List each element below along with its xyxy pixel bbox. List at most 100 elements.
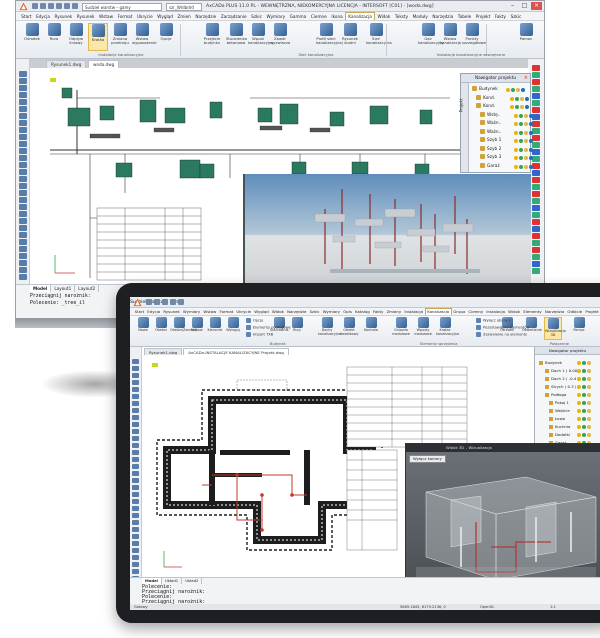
menu-item[interactable]: Teksty xyxy=(393,12,411,20)
ribbon-button[interactable]: Ośrodek xyxy=(22,23,42,51)
tool-icon[interactable] xyxy=(19,141,27,147)
tool-icon[interactable] xyxy=(19,99,27,105)
tree-item[interactable]: Pokoj 1 xyxy=(549,399,591,406)
ribbon-button[interactable]: Gaz kanalizacyjny xyxy=(418,23,444,51)
status-dot-icon[interactable] xyxy=(577,377,581,381)
status-dot-icon[interactable] xyxy=(524,139,528,143)
menu-item[interactable]: Rysunek xyxy=(52,12,74,20)
menu-item[interactable]: Format xyxy=(115,12,134,20)
tree-item[interactable]: Szyb 3 xyxy=(480,154,533,162)
status-dot-icon[interactable] xyxy=(524,122,528,126)
tool-icon[interactable] xyxy=(532,198,540,204)
tool-icon[interactable] xyxy=(19,190,27,196)
tool-icon[interactable] xyxy=(19,120,27,126)
tool-icon[interactable] xyxy=(532,226,540,232)
ribbon-button[interactable]: Punkty szczegółowe xyxy=(462,23,486,51)
tree-item[interactable]: Wstę.. xyxy=(480,111,533,120)
tool-icon[interactable] xyxy=(132,373,139,378)
status-dot-icon[interactable] xyxy=(520,96,524,101)
ribbon-button[interactable]: Kratka xyxy=(88,23,108,51)
status-dot-icon[interactable] xyxy=(520,105,524,109)
tool-icon[interactable] xyxy=(532,247,540,253)
tree-item[interactable]: Podłoga xyxy=(545,391,591,398)
status-dot-icon[interactable] xyxy=(524,147,528,152)
status-dot-icon[interactable] xyxy=(577,385,581,389)
menu-item[interactable]: Format xyxy=(218,308,235,315)
tool-icon[interactable] xyxy=(132,366,139,371)
status-dot-icon[interactable] xyxy=(514,156,518,160)
front-3d-view[interactable]: Widok 3D – Wizualizacja Wyłącz kamery xyxy=(405,443,600,587)
status-dot-icon[interactable] xyxy=(577,401,581,405)
status-dot-icon[interactable] xyxy=(524,164,528,169)
tool-icon[interactable] xyxy=(19,239,27,245)
status-dot-icon[interactable] xyxy=(519,147,523,152)
status-dot-icon[interactable] xyxy=(525,96,529,101)
menu-item[interactable]: Wygląd xyxy=(253,308,271,315)
status-dot-icon[interactable] xyxy=(587,377,591,381)
tool-icon[interactable] xyxy=(132,359,139,364)
status-dot-icon[interactable] xyxy=(582,369,586,373)
tool-icon[interactable] xyxy=(132,569,139,574)
status-dot-icon[interactable] xyxy=(514,139,518,143)
tool-icon[interactable] xyxy=(19,176,27,182)
menu-item[interactable]: Rysunek xyxy=(162,308,182,315)
status-dot-icon[interactable] xyxy=(582,361,586,365)
tool-icon[interactable] xyxy=(532,184,540,190)
ribbon-button[interactable]: Obiekt dodatkowy xyxy=(340,317,358,340)
doc-tab-active[interactable]: AxCADa-INSTALACJE KANALIZACYJNE Projekt.… xyxy=(183,348,289,355)
ribbon-button[interactable]: Zawór wyzwlacza xyxy=(270,23,290,51)
ribbon-button[interactable]: Dachy kanalizacyjne xyxy=(318,317,341,340)
status-dot-icon[interactable] xyxy=(529,164,533,169)
ribbon-button[interactable]: Profil sieci kanalizacyjnej xyxy=(316,23,343,51)
tool-icon[interactable] xyxy=(132,541,139,546)
status-dot-icon[interactable] xyxy=(511,88,515,92)
menu-item[interactable]: Projekt xyxy=(473,12,492,20)
tool-icon[interactable] xyxy=(132,464,139,469)
ribbon-button[interactable]: Opcje xyxy=(156,23,176,51)
tool-icon[interactable] xyxy=(132,443,139,448)
ribbon-button[interactable]: Otwórz/Zamknij xyxy=(170,317,197,340)
tool-icon[interactable] xyxy=(532,268,540,274)
menu-item[interactable]: Instalacja xyxy=(485,308,507,315)
tool-icon[interactable] xyxy=(19,148,27,154)
status-dot-icon[interactable] xyxy=(582,425,586,429)
menu-item[interactable]: Ikona xyxy=(329,12,345,20)
ribbon-small-button[interactable]: Pozostawienie elementów xyxy=(476,325,530,330)
menu-item[interactable]: Zarządzanie xyxy=(219,12,249,20)
tree-item[interactable]: Strych ( 0.3 ) xyxy=(545,383,591,390)
tree-item[interactable]: Ławo xyxy=(549,415,591,422)
menu-item[interactable]: Szkic xyxy=(249,12,264,20)
tool-icon[interactable] xyxy=(532,261,540,267)
ribbon-small-button[interactable]: Wyłącz obszary xyxy=(476,318,511,323)
ribbon-button[interactable]: Pomoc xyxy=(570,317,588,340)
status-dot-icon[interactable] xyxy=(529,113,533,118)
ribbon-button[interactable]: Wpusty modułowe xyxy=(414,317,432,340)
tool-icon[interactable] xyxy=(19,211,27,217)
tree-item[interactable]: Kuchnia xyxy=(549,423,591,430)
menu-item[interactable]: Tabele xyxy=(455,12,473,20)
status-dot-icon[interactable] xyxy=(577,393,581,397)
ribbon-button[interactable]: Studzienka betonowa xyxy=(226,23,247,51)
menu-item[interactable]: Katalog xyxy=(353,308,371,315)
open-icon[interactable] xyxy=(40,3,46,9)
menu-item[interactable]: Wstaw xyxy=(97,12,116,20)
tool-icon[interactable] xyxy=(132,534,139,539)
status-dot-icon[interactable] xyxy=(514,164,518,169)
tree-item[interactable]: Szyb 1 xyxy=(480,137,533,145)
status-dot-icon[interactable] xyxy=(519,139,523,143)
tool-icon[interactable] xyxy=(532,205,540,211)
status-dot-icon[interactable] xyxy=(582,385,586,389)
ribbon-button[interactable]: Otwórz xyxy=(152,317,170,340)
menu-item-active[interactable]: Kanalizacja xyxy=(424,308,452,315)
tool-icon[interactable] xyxy=(532,212,540,218)
save-icon[interactable] xyxy=(162,299,168,305)
tool-icon[interactable] xyxy=(132,394,139,399)
tool-icon[interactable] xyxy=(132,471,139,476)
tool-icon[interactable] xyxy=(532,177,540,183)
menu-item[interactable]: Ukrycie xyxy=(135,12,155,20)
menu-item[interactable]: Wymiary xyxy=(321,308,341,315)
tree-item[interactable]: Kond. xyxy=(476,94,529,103)
tool-icon[interactable] xyxy=(132,408,139,413)
maximize-icon[interactable]: □ xyxy=(519,2,530,10)
status-dot-icon[interactable] xyxy=(587,425,591,429)
